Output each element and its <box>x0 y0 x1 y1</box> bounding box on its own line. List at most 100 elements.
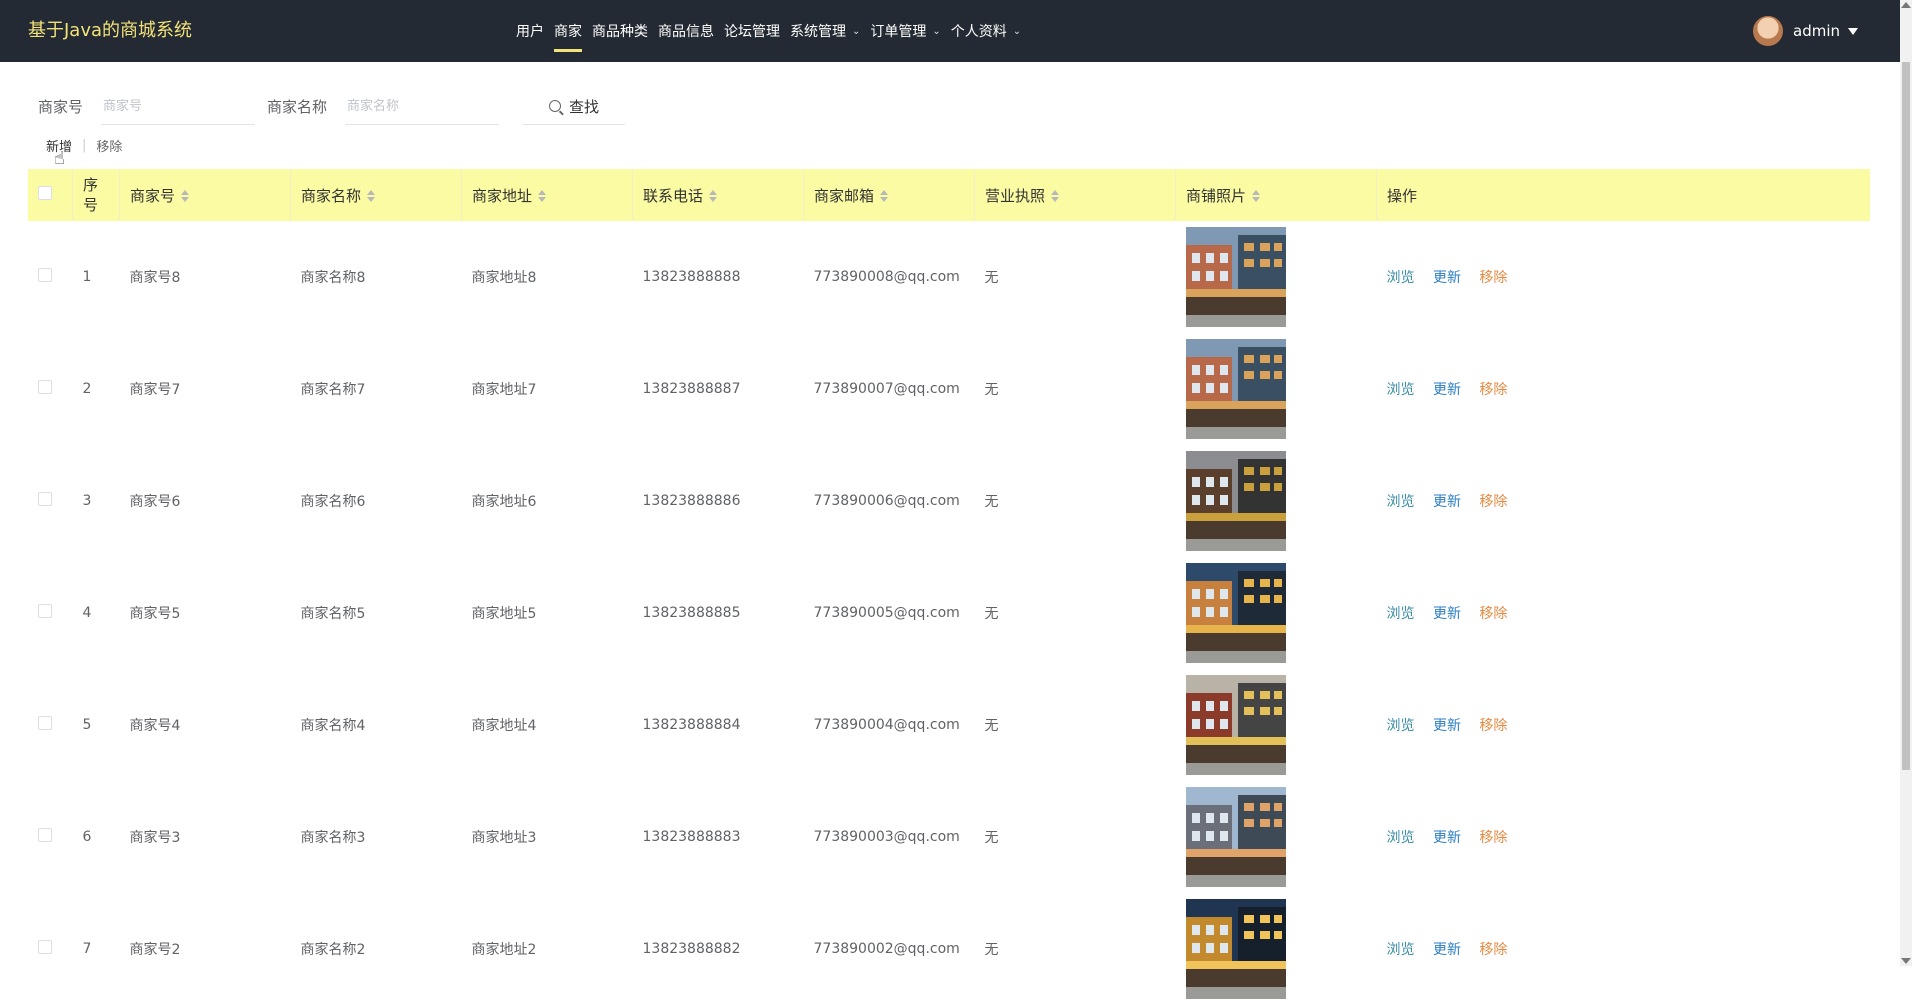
nav-item-5[interactable]: 系统管理 ⌄ <box>790 0 860 62</box>
table-row: 5 商家号4 商家名称4 商家地址4 13823888884 773890004… <box>28 669 1870 781</box>
view-button[interactable]: 浏览 <box>1387 830 1415 846</box>
col-phone[interactable]: 联系电话 <box>632 169 804 221</box>
nav-item-label: 商品信息 <box>658 24 714 40</box>
row-checkbox[interactable] <box>38 604 52 618</box>
row-photo[interactable] <box>1176 893 1377 1005</box>
scroll-down-arrow-icon[interactable] <box>1901 958 1911 964</box>
username[interactable]: admin <box>1793 22 1840 40</box>
nav-item-7[interactable]: 个人资料 ⌄ <box>951 0 1021 62</box>
delete-button[interactable]: 移除 <box>1479 718 1507 734</box>
row-photo[interactable] <box>1176 557 1377 669</box>
col-index: 序号 <box>72 169 120 221</box>
row-phone: 13823888884 <box>642 717 741 733</box>
user-menu[interactable]: admin <box>1753 0 1858 62</box>
view-button[interactable]: 浏览 <box>1387 942 1415 958</box>
delete-button[interactable]: 移除 <box>1479 606 1507 622</box>
nav-item-3[interactable]: 商品信息 <box>658 0 714 62</box>
row-checkbox[interactable] <box>38 380 52 394</box>
row-photo[interactable] <box>1176 221 1377 333</box>
nav-item-4[interactable]: 论坛管理 <box>724 0 780 62</box>
batch-delete-button[interactable]: 移除 <box>96 136 122 155</box>
nav-item-2[interactable]: 商品种类 <box>592 0 648 62</box>
edit-button[interactable]: 更新 <box>1433 494 1461 510</box>
delete-button[interactable]: 移除 <box>1479 830 1507 846</box>
sort-icon[interactable] <box>538 190 547 202</box>
delete-button[interactable]: 移除 <box>1479 942 1507 958</box>
merchant-no-label: 商家号 <box>38 98 84 116</box>
chevron-down-icon[interactable]: ⌄ <box>852 26 860 37</box>
edit-button[interactable]: 更新 <box>1433 718 1461 734</box>
sort-icon[interactable] <box>709 190 718 202</box>
sort-icon[interactable] <box>181 190 190 202</box>
row-address: 商家地址2 <box>471 942 537 958</box>
edit-button[interactable]: 更新 <box>1433 942 1461 958</box>
view-button[interactable]: 浏览 <box>1387 606 1415 622</box>
row-index: 2 <box>82 381 92 397</box>
row-address: 商家地址5 <box>471 606 537 622</box>
row-checkbox[interactable] <box>38 940 52 954</box>
nav-item-0[interactable]: 用户 <box>516 0 544 62</box>
col-ops: 操作 <box>1377 169 1871 221</box>
edit-button[interactable]: 更新 <box>1433 270 1461 286</box>
row-checkbox[interactable] <box>38 492 52 506</box>
caret-down-icon[interactable] <box>1848 27 1858 35</box>
merchant-name-input[interactable] <box>345 88 500 125</box>
row-address: 商家地址4 <box>471 718 537 734</box>
view-button[interactable]: 浏览 <box>1387 494 1415 510</box>
row-merchant-name: 商家名称4 <box>300 718 366 734</box>
row-license: 无 <box>984 718 999 734</box>
sort-icon[interactable] <box>880 190 889 202</box>
chevron-down-icon[interactable]: ⌄ <box>1013 26 1021 37</box>
page-scrollbar[interactable] <box>1900 0 1912 966</box>
delete-button[interactable]: 移除 <box>1479 270 1507 286</box>
row-license: 无 <box>984 942 999 958</box>
view-button[interactable]: 浏览 <box>1387 718 1415 734</box>
search-button[interactable]: 查找 <box>523 88 626 125</box>
col-email[interactable]: 商家邮箱 <box>803 169 975 221</box>
app-title: 基于Java的商城系统 <box>28 20 193 41</box>
col-photo[interactable]: 商铺照片 <box>1175 169 1377 221</box>
row-address: 商家地址6 <box>471 494 537 510</box>
row-checkbox[interactable] <box>38 828 52 842</box>
scroll-thumb[interactable] <box>1902 62 1910 770</box>
table-row: 2 商家号7 商家名称7 商家地址7 13823888887 773890007… <box>28 333 1870 445</box>
sort-icon[interactable] <box>367 190 376 202</box>
row-email: 773890006@qq.com <box>813 493 960 509</box>
merchant-no-input[interactable] <box>101 88 256 125</box>
row-checkbox[interactable] <box>38 268 52 282</box>
row-photo[interactable] <box>1176 333 1377 445</box>
row-photo[interactable] <box>1176 781 1377 893</box>
view-button[interactable]: 浏览 <box>1387 270 1415 286</box>
edit-button[interactable]: 更新 <box>1433 606 1461 622</box>
row-merchant-no: 商家号5 <box>129 606 181 622</box>
chevron-down-icon[interactable]: ⌄ <box>932 26 940 37</box>
scroll-up-arrow-icon[interactable] <box>1901 2 1911 8</box>
search-form: 商家号 商家名称 查找 <box>38 88 626 125</box>
nav-item-1[interactable]: 商家 <box>554 0 582 62</box>
row-checkbox[interactable] <box>38 716 52 730</box>
table-row: 6 商家号3 商家名称3 商家地址3 13823888883 773890003… <box>28 781 1870 893</box>
edit-button[interactable]: 更新 <box>1433 830 1461 846</box>
select-all-checkbox[interactable] <box>38 186 52 200</box>
row-photo[interactable] <box>1176 445 1377 557</box>
row-email: 773890004@qq.com <box>813 717 960 733</box>
col-phone-label: 联系电话 <box>643 186 704 205</box>
hand-cursor-icon: ☝ <box>54 148 65 169</box>
row-merchant-name: 商家名称8 <box>300 270 366 286</box>
row-merchant-name: 商家名称6 <box>300 494 366 510</box>
col-merchant-no[interactable]: 商家号 <box>119 169 291 221</box>
col-address[interactable]: 商家地址 <box>461 169 633 221</box>
sort-icon[interactable] <box>1252 190 1261 202</box>
avatar[interactable] <box>1753 16 1783 46</box>
row-photo[interactable] <box>1176 669 1377 781</box>
delete-button[interactable]: 移除 <box>1479 382 1507 398</box>
nav-item-label: 订单管理 <box>870 24 927 40</box>
col-license[interactable]: 营业执照 <box>974 169 1176 221</box>
delete-button[interactable]: 移除 <box>1479 494 1507 510</box>
row-email: 773890002@qq.com <box>813 941 960 957</box>
sort-icon[interactable] <box>1051 190 1060 202</box>
edit-button[interactable]: 更新 <box>1433 382 1461 398</box>
nav-item-6[interactable]: 订单管理 ⌄ <box>870 0 940 62</box>
view-button[interactable]: 浏览 <box>1387 382 1415 398</box>
col-merchant-name[interactable]: 商家名称 <box>290 169 462 221</box>
